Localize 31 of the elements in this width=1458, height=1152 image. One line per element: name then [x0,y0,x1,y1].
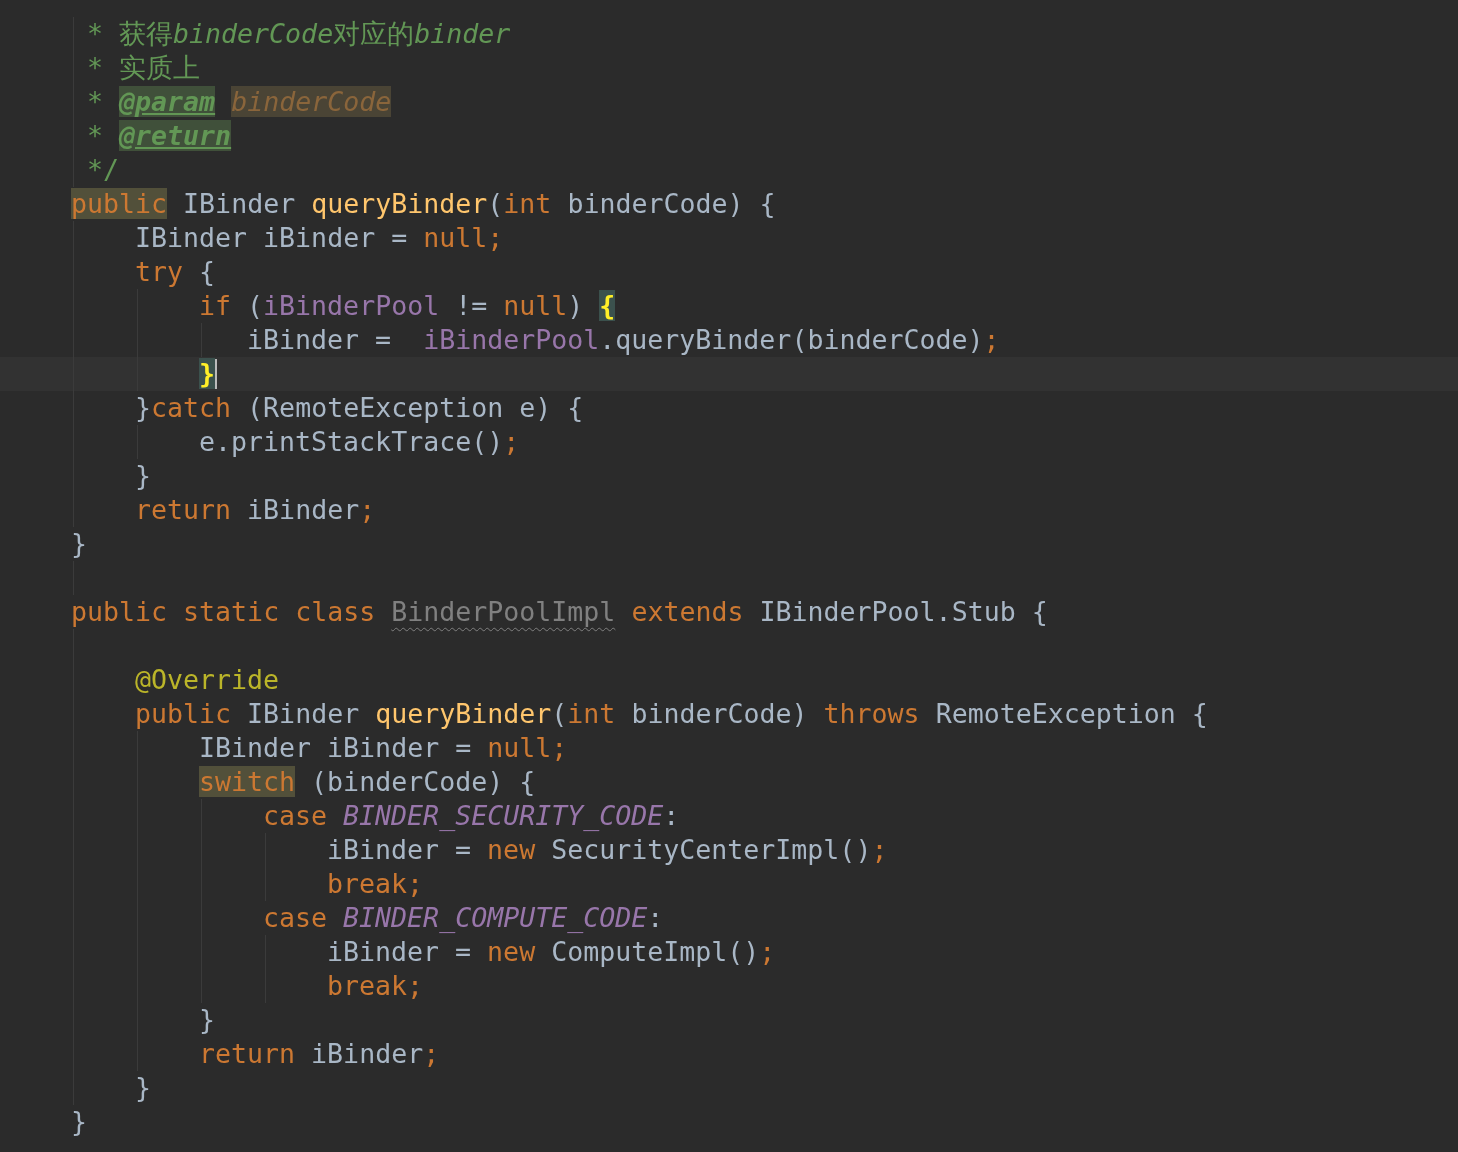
code-line: if (iBinderPool != null) { [199,289,616,323]
code-line: @Override [135,663,280,697]
code-line: iBinder = iBinderPool.queryBinder(binderCode); [247,323,1000,357]
code-line: try { [135,255,216,289]
code-line: } [135,1071,151,1105]
text-cursor [215,359,217,389]
code-line: return iBinder; [199,1037,440,1071]
code-line: public static class BinderPoolImpl extends IBinderPool.Stub { [71,595,1048,629]
code-line: } [135,459,151,493]
code-line: } [199,1003,215,1037]
code-line: IBinder iBinder = null; [135,221,504,255]
code-line: */ [87,153,120,187]
code-line: case BINDER_SECURITY_CODE: [263,799,680,833]
code-line: * 获得binderCode对应的binder [87,17,511,51]
code-line: IBinder iBinder = null; [199,731,568,765]
code-line: * @return [87,119,232,153]
code-line: * @param binderCode [87,85,392,119]
code-line: } [71,1105,87,1139]
code-line: return iBinder; [135,493,376,527]
code-line: public IBinder queryBinder(int binderCode) { [71,187,776,221]
code-line: } [71,527,87,561]
code-line: switch (binderCode) { [199,765,536,799]
code-line: iBinder = new SecurityCenterImpl(); [327,833,888,867]
code-line: iBinder = new ComputeImpl(); [327,935,776,969]
code-line: case BINDER_COMPUTE_CODE: [263,901,664,935]
code-line: break; [327,867,424,901]
code-line: }catch (RemoteException e) { [135,391,584,425]
code-line: public IBinder queryBinder(int binderCode) throws RemoteException { [135,697,1208,731]
code-line: * 实质上 [87,51,201,85]
code-line: e.printStackTrace(); [199,425,520,459]
code-line: break; [327,969,424,1003]
